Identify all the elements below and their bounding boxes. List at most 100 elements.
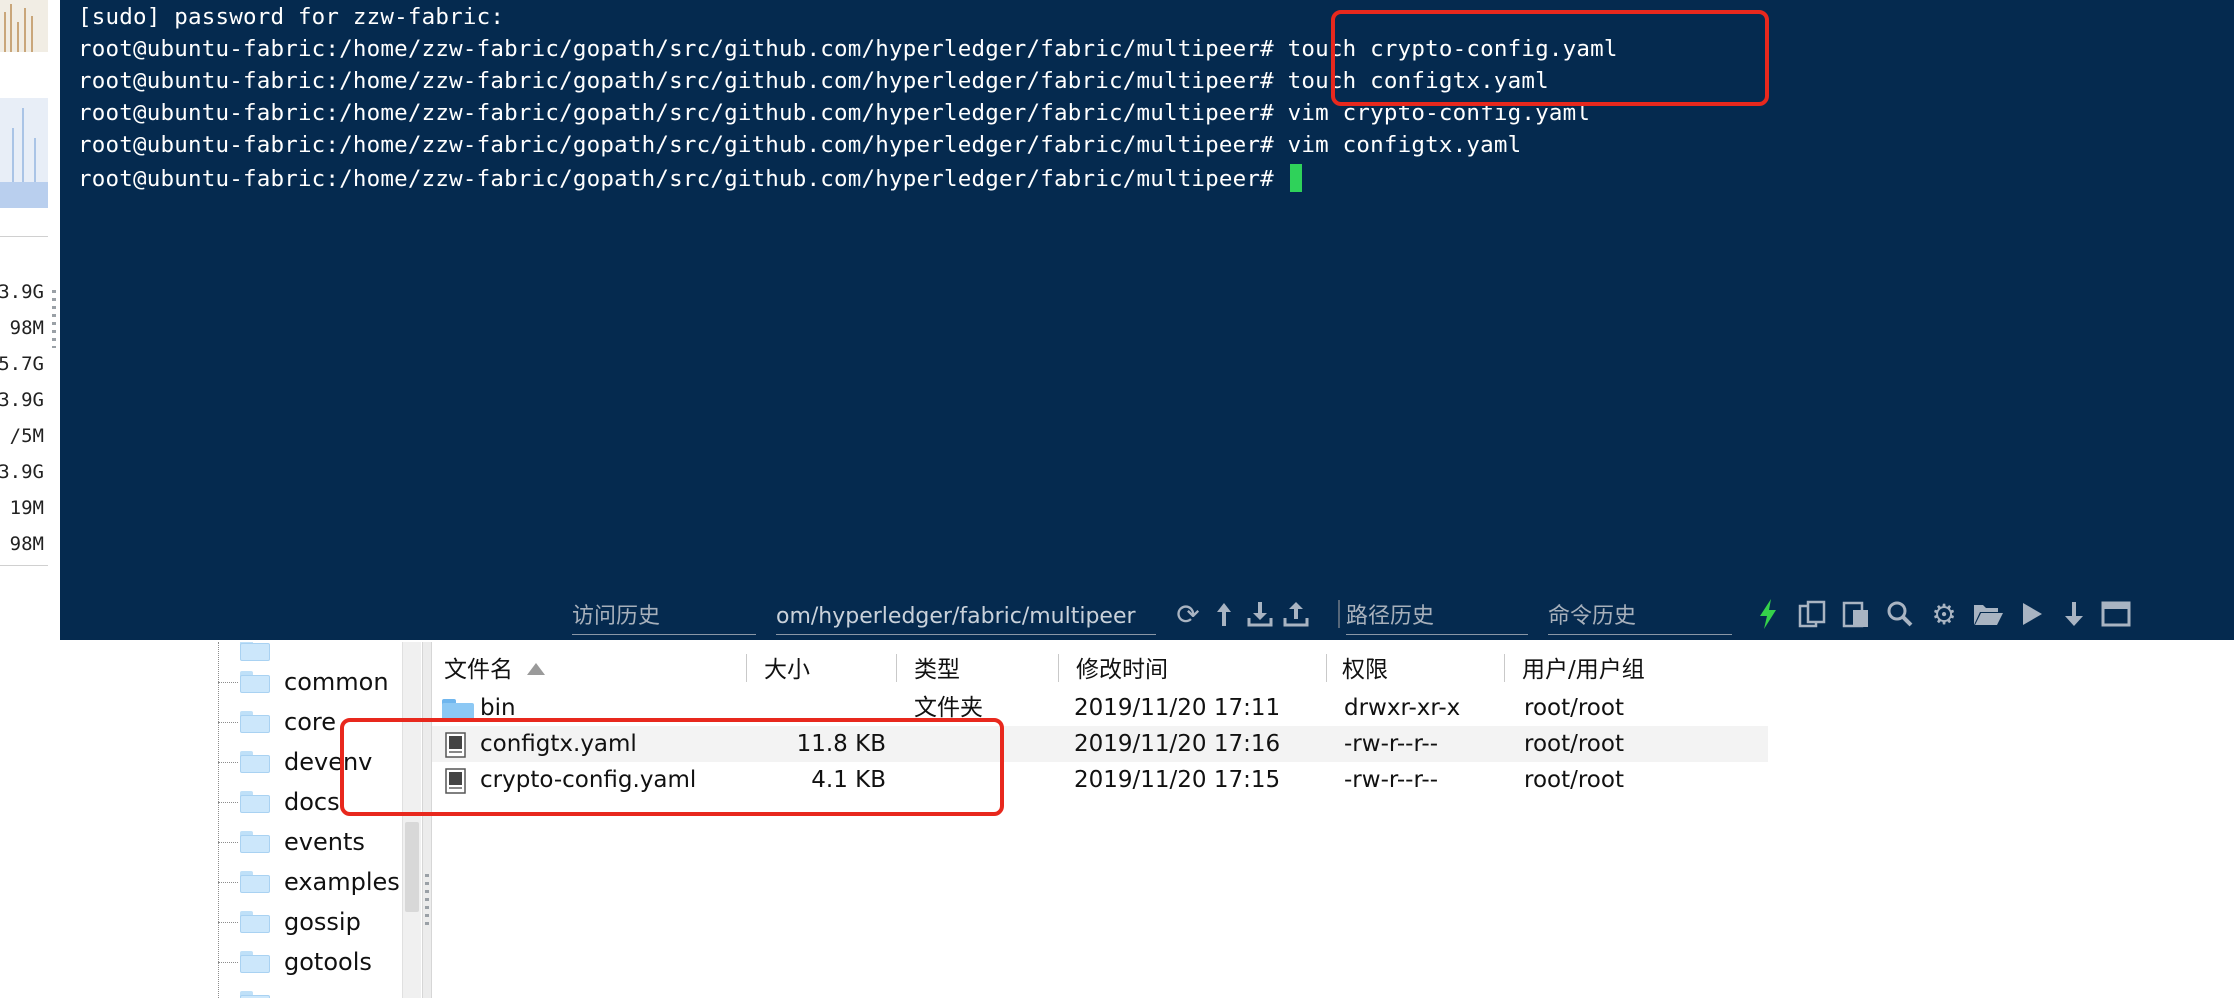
column-separator[interactable] — [1058, 654, 1059, 682]
tree-guide-line — [218, 642, 219, 998]
tree-item[interactable]: examples — [240, 864, 400, 900]
memory-value: 3.9G — [0, 281, 44, 303]
tree-connector — [218, 962, 238, 963]
tree-scrollbar[interactable] — [402, 642, 421, 998]
tree-connector — [218, 682, 238, 683]
download-icon[interactable] — [1242, 594, 1278, 634]
column-separator[interactable] — [1326, 654, 1327, 682]
tree-connector — [218, 882, 238, 883]
column-header-permissions[interactable]: 权限 — [1342, 654, 1388, 686]
memory-value: 3.9G — [0, 389, 44, 411]
tree-item-label: examples — [284, 868, 400, 896]
highlight-box — [340, 718, 1004, 816]
panel-resize-handle[interactable] — [52, 290, 56, 348]
file-permissions: -rw-r--r-- — [1344, 767, 1439, 793]
memory-value: 98M — [9, 317, 44, 339]
system-monitor-panel: 3.9G 98M 5.7G 3.9G /5M 3.9G 19M 98M — [0, 0, 62, 640]
folder-icon — [442, 699, 474, 721]
column-header-modified[interactable]: 修改时间 — [1076, 654, 1168, 686]
column-header-label: 文件名 — [444, 657, 513, 683]
folder-icon — [240, 791, 270, 813]
tree-connector — [218, 922, 238, 923]
terminal-line: root@ubuntu-fabric:/home/zzw-fabric/gopa… — [78, 68, 1549, 94]
tree-item-label: gotools — [284, 948, 372, 976]
file-browser: common core devenv docs events examples — [60, 642, 2234, 998]
folder-icon — [240, 711, 270, 733]
network-graph — [0, 98, 48, 208]
tree-connector — [218, 802, 238, 803]
folder-icon — [240, 671, 270, 693]
search-icon[interactable] — [1882, 594, 1918, 634]
folder-icon — [240, 642, 270, 661]
open-folder-icon[interactable] — [1970, 594, 2006, 634]
tree-item[interactable]: common — [240, 664, 389, 700]
toolbar-divider — [1338, 600, 1340, 628]
file-owner: root/root — [1524, 731, 1624, 757]
toolbar-file-actions: ⟳ — [1170, 594, 1314, 634]
settings-icon[interactable]: ⚙ — [1926, 594, 1962, 634]
file-list: 文件名 大小 类型 修改时间 权限 用户/用户组 bin 文件夹 2019/11… — [432, 642, 2234, 998]
divider-grip[interactable] — [425, 874, 429, 926]
tree-item[interactable]: gotools — [240, 944, 372, 980]
column-header-name[interactable]: 文件名 — [444, 654, 545, 686]
tree-connector — [218, 762, 238, 763]
tree-item[interactable]: events — [240, 824, 365, 860]
column-header-size[interactable]: 大小 — [764, 654, 810, 686]
terminal-window[interactable]: [sudo] password for zzw-fabric: root@ubu… — [60, 0, 2234, 640]
paste-icon[interactable] — [1838, 594, 1874, 634]
file-permissions: -rw-r--r-- — [1344, 731, 1439, 757]
file-modified: 2019/11/20 17:15 — [1074, 767, 1281, 793]
terminal-line: root@ubuntu-fabric:/home/zzw-fabric/gopa… — [78, 132, 1522, 158]
file-panel-divider[interactable] — [422, 642, 432, 998]
toolbar-tools: ⚙ — [1750, 594, 2134, 634]
scrollbar-thumb[interactable] — [405, 822, 419, 912]
tree-item-partial[interactable] — [240, 984, 284, 998]
column-separator[interactable] — [896, 654, 897, 682]
path-input[interactable]: om/hyperledger/fabric/multipeer — [776, 600, 1156, 635]
folder-icon — [240, 991, 270, 998]
folder-icon — [240, 751, 270, 773]
folder-icon — [240, 911, 270, 933]
column-separator[interactable] — [746, 654, 747, 682]
terminal-prompt-line: root@ubuntu-fabric:/home/zzw-fabric/gopa… — [78, 164, 1302, 192]
tree-connector — [218, 842, 238, 843]
tree-connector — [218, 722, 238, 723]
tree-item[interactable]: core — [240, 704, 336, 740]
column-header-type[interactable]: 类型 — [914, 654, 960, 686]
sort-ascending-icon — [527, 663, 545, 675]
column-separator[interactable] — [1504, 654, 1505, 682]
up-directory-icon[interactable] — [1206, 594, 1242, 634]
folder-icon — [240, 951, 270, 973]
memory-value: 98M — [9, 533, 44, 555]
highlight-box — [1331, 10, 1769, 106]
copy-icon[interactable] — [1794, 594, 1830, 634]
access-history-field[interactable]: 访问历史 — [572, 600, 756, 635]
memory-value: /5M — [9, 425, 44, 447]
memory-value: 5.7G — [0, 353, 44, 375]
tree-item-label: core — [284, 708, 336, 736]
tree-item-label: gossip — [284, 908, 361, 936]
column-header-owner[interactable]: 用户/用户组 — [1522, 654, 1645, 686]
tree-item[interactable]: gossip — [240, 904, 361, 940]
download-arrow-icon[interactable] — [2056, 594, 2092, 634]
file-modified: 2019/11/20 17:16 — [1074, 731, 1281, 757]
lightning-icon[interactable] — [1750, 594, 1786, 634]
refresh-icon[interactable]: ⟳ — [1170, 594, 1206, 634]
tree-item[interactable]: docs — [240, 784, 340, 820]
file-owner: root/root — [1524, 767, 1624, 793]
memory-usage-list: 3.9G 98M 5.7G 3.9G /5M 3.9G 19M 98M — [0, 236, 48, 566]
upload-icon[interactable] — [1278, 594, 1314, 634]
window-icon[interactable] — [2098, 594, 2134, 634]
command-history-field[interactable]: 命令历史 — [1548, 600, 1732, 635]
play-icon[interactable] — [2014, 594, 2050, 634]
cpu-graph — [0, 0, 48, 52]
memory-value: 19M — [9, 497, 44, 519]
directory-tree: common core devenv docs events examples — [60, 642, 422, 998]
file-permissions: drwxr-xr-x — [1344, 695, 1461, 721]
tree-item-label: events — [284, 828, 365, 856]
memory-value: 3.9G — [0, 461, 44, 483]
folder-icon — [240, 871, 270, 893]
path-history-field[interactable]: 路径历史 — [1346, 600, 1528, 635]
tree-item-label: docs — [284, 788, 340, 816]
terminal-cursor — [1289, 164, 1302, 192]
